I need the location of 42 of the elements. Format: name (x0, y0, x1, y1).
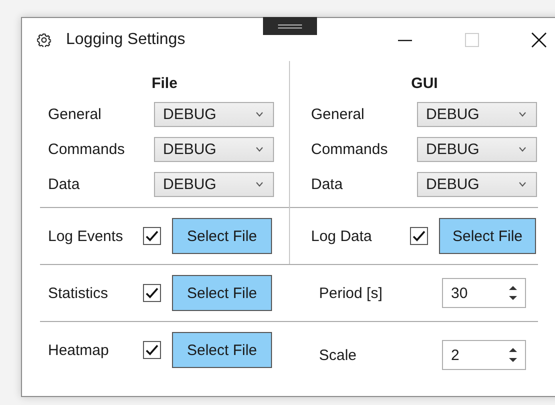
checkbox[interactable] (143, 227, 161, 245)
chevron-icon (256, 112, 263, 117)
checkbox[interactable] (143, 284, 161, 302)
level-dropdown[interactable]: DEBUG (417, 137, 537, 162)
field-label: Period [s] (319, 284, 384, 302)
select-file-button[interactable]: Select File (172, 275, 272, 311)
select-file-button[interactable]: Select File (439, 218, 536, 254)
level-label: Commands (48, 141, 126, 158)
level-label: Data (48, 176, 81, 193)
log-label: Log Events (48, 228, 124, 244)
select-file-button[interactable]: Select File (172, 218, 272, 254)
spin-arrows-icon (509, 347, 517, 363)
log-label: Log Data (311, 228, 373, 244)
settings-icon (37, 32, 51, 46)
level-label: Data (311, 176, 344, 193)
option-label: Statistics (48, 284, 110, 302)
level-dropdown[interactable]: DEBUG (417, 102, 537, 127)
chevron-icon (519, 182, 526, 187)
chevron-icon (256, 182, 263, 187)
checkbox[interactable] (143, 341, 161, 359)
level-dropdown[interactable]: DEBUG (154, 172, 274, 197)
close-icon[interactable] (531, 32, 547, 48)
window-title: Logging Settings (66, 30, 186, 48)
chevron-icon (519, 147, 526, 152)
number-spinner[interactable]: 30 (442, 278, 526, 308)
spin-arrows-icon (509, 285, 517, 301)
level-label: General (311, 106, 366, 123)
level-label: Commands (311, 141, 389, 158)
level-label: General (48, 106, 102, 123)
field-label: Scale (319, 346, 358, 364)
section-heading: GUI (410, 74, 439, 94)
level-dropdown[interactable]: DEBUG (154, 137, 274, 162)
drag-handle[interactable] (263, 17, 317, 35)
option-label: Heatmap (48, 342, 110, 358)
chevron-icon (519, 112, 526, 117)
level-dropdown[interactable]: DEBUG (154, 102, 274, 127)
chevron-icon (256, 147, 263, 152)
level-dropdown[interactable]: DEBUG (417, 172, 537, 197)
section-heading: File (150, 74, 178, 94)
number-spinner[interactable]: 2 (442, 340, 526, 370)
checkbox[interactable] (410, 227, 428, 245)
select-file-button[interactable]: Select File (172, 332, 272, 368)
